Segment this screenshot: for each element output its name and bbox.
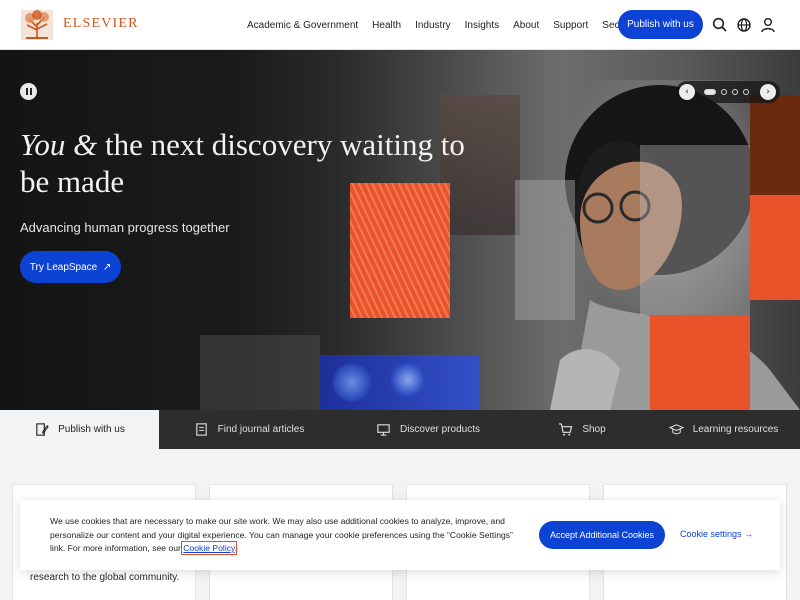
cookie-settings-label: Cookie settings bbox=[680, 529, 742, 539]
tab-find-journal-articles[interactable]: Find journal articles bbox=[159, 410, 339, 449]
publish-icon bbox=[36, 423, 49, 436]
quick-links-tab-bar: Publish with us Find journal articles Di… bbox=[0, 410, 800, 449]
carousel-dot-1[interactable] bbox=[704, 89, 716, 95]
accept-additional-cookies-button[interactable]: Accept Additional Cookies bbox=[539, 521, 665, 549]
tab-label: Find journal articles bbox=[217, 424, 305, 435]
pause-icon bbox=[25, 88, 28, 95]
carousel-pause-button[interactable] bbox=[20, 83, 37, 100]
graduation-cap-icon bbox=[668, 424, 684, 435]
tab-discover-products[interactable]: Discover products bbox=[339, 410, 517, 449]
brand-name[interactable]: ELSEVIER bbox=[63, 16, 139, 32]
hero-orange-block-right bbox=[750, 195, 800, 300]
hero-banner: ‹ › You & the next discovery waiting to … bbox=[0, 50, 800, 410]
carousel-dot-4[interactable] bbox=[743, 89, 749, 95]
tab-label: Learning resources bbox=[692, 424, 779, 435]
hero-grey-panel-block bbox=[515, 180, 575, 320]
hero-title: You & the next discovery waiting to be m… bbox=[20, 126, 480, 200]
user-icon[interactable] bbox=[758, 15, 778, 35]
search-icon[interactable] bbox=[710, 15, 730, 35]
pause-icon-bar bbox=[29, 88, 32, 95]
hero-grey-panel-block-2 bbox=[640, 145, 750, 315]
nav-item-academic-government[interactable]: Academic & Government bbox=[240, 20, 365, 31]
monitor-icon bbox=[377, 424, 390, 436]
tab-learning-resources[interactable]: Learning resources bbox=[647, 410, 800, 449]
hero-subtitle: Advancing human progress together bbox=[20, 220, 230, 235]
hero-title-emphasis: You & bbox=[20, 127, 98, 162]
nav-item-industry[interactable]: Industry bbox=[408, 20, 458, 31]
cookie-message: We use cookies that are necessary to mak… bbox=[50, 515, 520, 556]
carousel-next-button[interactable]: › bbox=[760, 84, 776, 100]
external-arrow-icon: ↗ bbox=[102, 261, 112, 273]
hero-grey-panel-block-3 bbox=[200, 335, 320, 410]
try-leapspace-label: Try LeapSpace bbox=[29, 261, 98, 273]
nav-item-about[interactable]: About bbox=[506, 20, 546, 31]
publish-with-us-button[interactable]: Publish with us bbox=[618, 10, 703, 39]
cookie-message-suffix: . bbox=[234, 543, 238, 554]
tab-label: Discover products bbox=[399, 424, 481, 435]
cart-icon bbox=[559, 423, 573, 436]
cookie-consent-banner: We use cookies that are necessary to mak… bbox=[20, 500, 780, 570]
nav-item-health[interactable]: Health bbox=[365, 20, 408, 31]
hero-orange-block-bottom bbox=[650, 315, 750, 410]
hero-orange-petal-block bbox=[350, 183, 450, 318]
try-leapspace-button[interactable]: Try LeapSpace ↗ bbox=[20, 251, 121, 283]
arrow-right-icon: → bbox=[744, 529, 754, 539]
hero-blue-cells-block bbox=[320, 355, 480, 410]
carousel-controls: ‹ › bbox=[676, 81, 780, 103]
nav-item-support[interactable]: Support bbox=[546, 20, 595, 31]
elsevier-tree-logo-icon[interactable] bbox=[20, 9, 54, 41]
cookie-message-text: We use cookies that are necessary to mak… bbox=[50, 516, 513, 554]
journal-icon bbox=[195, 423, 207, 436]
tab-label: Publish with us bbox=[58, 424, 125, 435]
carousel-dot-2[interactable] bbox=[721, 89, 727, 95]
site-header: ELSEVIER Academic & Government Health In… bbox=[0, 0, 800, 50]
tab-publish-with-us[interactable]: Publish with us bbox=[0, 410, 159, 449]
globe-icon[interactable] bbox=[734, 15, 754, 35]
hero-dark-orange-block bbox=[750, 95, 800, 195]
content-card-1-text: research to the global community. bbox=[30, 572, 180, 583]
tab-label: Shop bbox=[582, 424, 606, 435]
nav-item-insights[interactable]: Insights bbox=[458, 20, 506, 31]
carousel-prev-button[interactable]: ‹ bbox=[679, 84, 695, 100]
cookie-settings-link[interactable]: Cookie settings → bbox=[680, 529, 753, 539]
tab-shop[interactable]: Shop bbox=[517, 410, 647, 449]
cookie-policy-link[interactable]: Cookie Policy bbox=[181, 541, 237, 556]
main-nav: Academic & Government Health Industry In… bbox=[240, 0, 645, 50]
carousel-dot-3[interactable] bbox=[732, 89, 738, 95]
